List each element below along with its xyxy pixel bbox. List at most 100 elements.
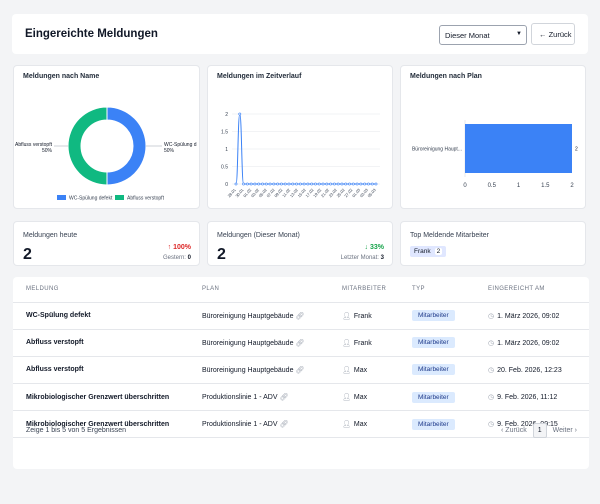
table-row[interactable]: Mikrobiologischer Grenzwert überschritte… (13, 383, 589, 412)
cell-typ: Mitarbeiter (399, 329, 475, 357)
user-icon: 👤︎ (342, 312, 351, 320)
user-icon: 👤︎ (342, 421, 351, 429)
data-point[interactable] (283, 182, 287, 186)
data-point[interactable] (257, 182, 261, 186)
cell-typ: Mitarbeiter (399, 383, 475, 412)
data-point[interactable] (245, 182, 249, 186)
data-point[interactable] (336, 182, 340, 186)
cell-typ: Mitarbeiter (399, 356, 475, 385)
x-tick-label: 1 (517, 183, 521, 189)
cell-meldung: Abfluss verstopft (13, 329, 189, 357)
link-icon[interactable]: 🔗︎ (295, 367, 304, 374)
data-point[interactable] (321, 182, 325, 186)
period-select[interactable]: Dieser Monat ▼ (439, 25, 527, 45)
data-point[interactable] (295, 182, 298, 186)
data-point[interactable] (261, 182, 264, 186)
data-point[interactable] (306, 182, 310, 186)
y-tick-label: 0.5 (221, 165, 228, 171)
type-badge: Mitarbeiter (412, 337, 455, 349)
data-point[interactable] (317, 182, 321, 186)
cell-typ: Mitarbeiter (399, 302, 475, 330)
data-point[interactable] (280, 182, 283, 186)
pager-current-page[interactable]: 1 (532, 423, 547, 438)
cell-datum: ◷ 1. März 2026, 09:02 (475, 302, 589, 330)
link-icon[interactable]: 🔗︎ (279, 394, 288, 401)
data-point[interactable] (234, 182, 238, 186)
cell-mitarbeiter: 👤︎ Frank (329, 329, 399, 357)
bar-chart: Büroreinigung Haupt... 2 0 0.5 1 1.5 2 (412, 120, 578, 189)
data-point[interactable] (370, 182, 374, 186)
type-badge: Mitarbeiter (412, 418, 455, 430)
data-point[interactable] (238, 112, 242, 116)
cell-plan: Büroreinigung Hauptgebäude 🔗︎ (189, 329, 329, 357)
link-icon[interactable]: 🔗︎ (295, 313, 304, 320)
cell-datum: ◷ 9. Feb. 2026, 11:12 (475, 383, 589, 412)
data-point[interactable] (272, 182, 276, 186)
y-tick-label: 1.5 (221, 130, 228, 136)
data-point[interactable] (344, 182, 348, 186)
link-icon[interactable]: 🔗︎ (295, 340, 304, 347)
data-point[interactable] (287, 182, 291, 186)
data-point[interactable] (298, 182, 302, 186)
data-point[interactable] (249, 182, 253, 186)
data-point[interactable] (268, 182, 272, 186)
user-icon: 👤︎ (342, 339, 351, 347)
data-point[interactable] (332, 182, 336, 186)
bar-value-label: 2 (575, 147, 578, 153)
bar[interactable] (465, 124, 572, 173)
column-header: PLAN (189, 277, 329, 303)
stat-card-month: Meldungen (Dieser Monat) 2 ↓ 33% Letzter… (207, 221, 393, 266)
x-tick-label: 2 (570, 183, 574, 189)
data-point[interactable] (302, 182, 306, 186)
cell-typ: Mitarbeiter (399, 410, 475, 439)
donut-slice[interactable] (67, 106, 108, 186)
clock-icon: ◷ (488, 312, 495, 320)
top-employee-badge: Frank 2 (410, 246, 447, 257)
top-employee-count: 2 (434, 248, 443, 255)
legend-label: Abfluss verstopft (127, 196, 165, 202)
link-icon[interactable]: 🔗︎ (279, 421, 288, 428)
user-icon: 👤︎ (342, 366, 351, 374)
pager-prev[interactable]: ‹ Zurück (501, 427, 527, 434)
table-row[interactable]: Abfluss verstopft Büroreinigung Hauptgebä… (13, 356, 589, 385)
stat-today-delta: ↑ 100% (167, 244, 191, 251)
data-point[interactable] (351, 182, 355, 186)
y-tick-label: 2 (225, 112, 228, 118)
data-point[interactable] (276, 182, 280, 186)
pager-next[interactable]: Weiter › (553, 427, 577, 434)
data-point[interactable] (348, 182, 351, 186)
data-point[interactable] (359, 182, 363, 186)
data-point[interactable] (253, 182, 257, 186)
table-row[interactable]: WC-Spülung defekt Büroreinigung Hauptgebä… (13, 302, 589, 330)
data-point[interactable] (310, 182, 314, 186)
column-header: EINGEREICHT AM (475, 277, 589, 303)
stat-month-delta: ↓ 33% (364, 244, 384, 251)
x-tick-label: 0.5 (488, 183, 497, 189)
table-header-row: MELDUNG PLAN MITARBEITER TYP EINGEREICHT… (13, 277, 589, 303)
column-header: MITARBEITER (329, 277, 399, 303)
category-label: Büroreinigung Haupt... (412, 147, 462, 153)
data-point[interactable] (329, 182, 332, 186)
legend-label: WC-Spülung defekt (69, 196, 113, 202)
slice-percent: 50% (164, 148, 175, 154)
pagination: ‹ Zurück 1 Weiter › (501, 423, 577, 438)
data-point[interactable] (325, 182, 329, 186)
table-row[interactable]: Abfluss verstopft Büroreinigung Hauptgebä… (13, 329, 589, 357)
data-point[interactable] (374, 182, 378, 186)
data-point[interactable] (314, 182, 317, 186)
stat-card-today: Meldungen heute 2 ↑ 100% Gestern: 0 (13, 221, 200, 266)
donut-slice[interactable] (106, 106, 147, 186)
x-tick-label: 0 (463, 183, 467, 189)
stat-month-sub: Letzter Monat: 3 (340, 255, 384, 261)
data-point[interactable] (242, 182, 245, 186)
cell-plan: Büroreinigung Hauptgebäude 🔗︎ (189, 302, 329, 330)
stat-card-top: Top Meldende Mitarbeiter Frank 2 (400, 221, 586, 266)
data-point[interactable] (340, 182, 344, 186)
data-point[interactable] (291, 182, 295, 186)
data-point[interactable] (264, 182, 268, 186)
data-point[interactable] (355, 182, 359, 186)
cell-mitarbeiter: 👤︎ Max (329, 410, 399, 439)
data-point[interactable] (367, 182, 370, 186)
data-point[interactable] (363, 182, 367, 186)
back-button[interactable]: ← Zurück (531, 23, 575, 45)
